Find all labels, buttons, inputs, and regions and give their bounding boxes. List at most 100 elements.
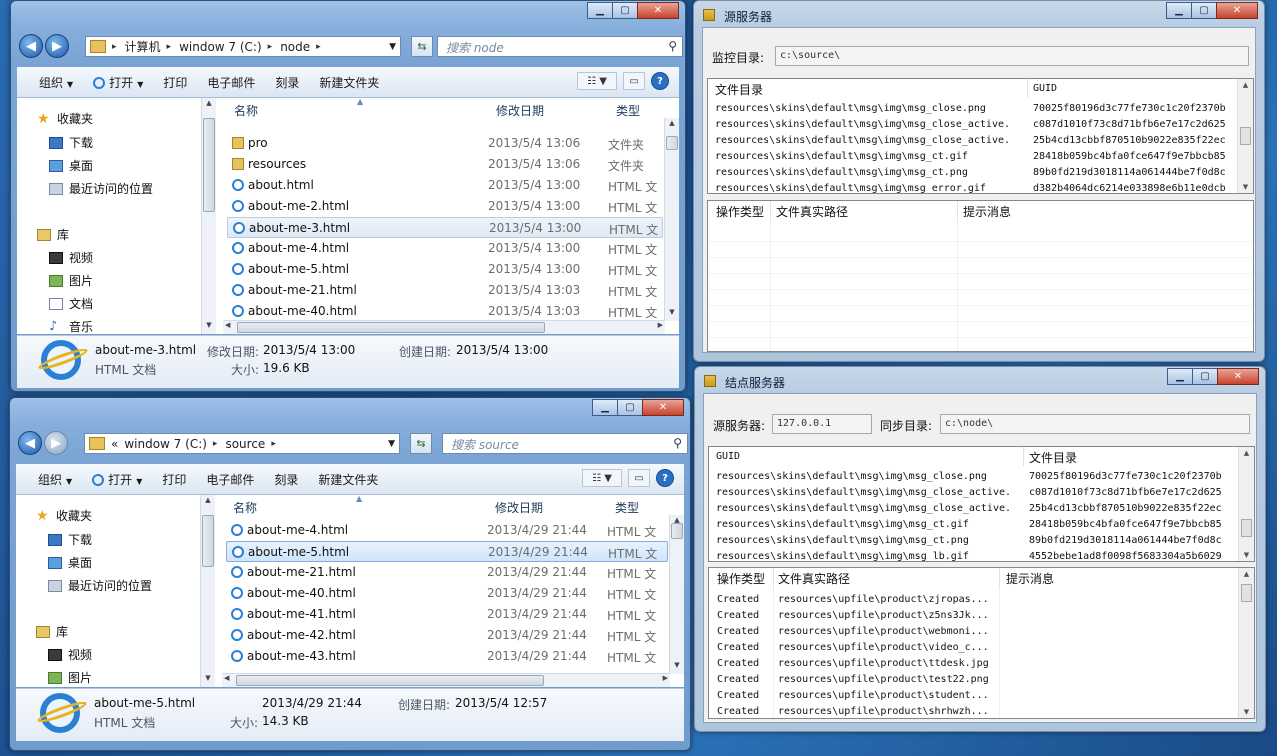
tree-item-recent[interactable]: 最近访问的位置 [49, 180, 153, 197]
grid-scrollbar[interactable]: ▲ ▼ [1238, 447, 1254, 561]
tree-item-desktop[interactable]: 桌面 [48, 554, 92, 571]
refresh-icon[interactable]: ⇆ [410, 433, 432, 454]
column-modified[interactable]: 修改日期 [496, 102, 544, 119]
grid-row[interactable]: resources\skins\default\msg\img\msg_clos… [708, 117, 1253, 133]
file-row[interactable]: about-me-21.html 2013/5/4 13:03 HTML 文 [227, 280, 663, 301]
scroll-thumb[interactable] [1240, 127, 1251, 145]
tree-item-pictures[interactable]: 图片 [48, 669, 92, 686]
breadcrumb-folder[interactable]: node [280, 40, 310, 54]
minimize-icon[interactable]: ▁ [1167, 368, 1193, 385]
tree-scrollbar[interactable]: ▲ ▼ [201, 98, 216, 334]
grid-row[interactable]: resources\skins\default\msg\img\msg_ct.p… [708, 165, 1253, 181]
grid-row[interactable]: Created resources\upfile\product\test22.p… [709, 672, 1254, 688]
close-icon[interactable]: ✕ [1217, 368, 1259, 385]
column-type[interactable]: 类型 [616, 102, 640, 119]
column-op-type[interactable]: 操作类型 [717, 570, 765, 587]
scroll-left-icon[interactable]: ◀ [225, 321, 230, 329]
preview-pane-icon[interactable]: ▭ [628, 469, 650, 487]
scroll-thumb[interactable] [666, 136, 678, 150]
grid-scrollbar[interactable]: ▲ ▼ [1237, 79, 1253, 193]
sync-dir-input[interactable]: c:\node\ [940, 414, 1250, 434]
back-arrow-icon[interactable]: ◀ [19, 34, 43, 58]
search-input[interactable]: 搜索 source ⚲ [442, 433, 688, 454]
close-icon[interactable]: ✕ [642, 399, 684, 416]
grid-row[interactable]: resources\skins\default\msg\img\msg_clos… [709, 469, 1254, 485]
file-row[interactable]: about-me-5.html 2013/4/29 21:44 HTML 文 [226, 541, 668, 562]
tree-item-libraries[interactable]: 库 [36, 623, 68, 640]
breadcrumb-drive[interactable]: window 7 (C:) [179, 40, 262, 54]
forward-arrow-icon[interactable]: ▶ [45, 34, 69, 58]
chevron-down-icon[interactable]: ▼ [389, 42, 396, 52]
file-row[interactable]: about-me-5.html 2013/5/4 13:00 HTML 文 [227, 259, 663, 280]
scroll-down-icon[interactable]: ▼ [202, 321, 216, 333]
tree-item-recent[interactable]: 最近访问的位置 [48, 577, 152, 594]
address-bar[interactable]: ▸ 计算机 ▸ window 7 (C:) ▸ node ▸ ▼ [85, 36, 401, 57]
scroll-down-icon[interactable]: ▼ [1239, 708, 1254, 716]
file-row[interactable]: about.html 2013/5/4 13:00 HTML 文 [227, 175, 663, 196]
grid-row[interactable]: Created resources\upfile\product\shrhwzh.… [709, 704, 1254, 718]
breadcrumb-drive[interactable]: window 7 (C:) [124, 437, 207, 451]
column-file-dir[interactable]: 文件目录 [1029, 449, 1077, 466]
scroll-up-icon[interactable]: ▲ [201, 496, 215, 508]
search-icon[interactable]: ⚲ [668, 39, 677, 53]
grid-row[interactable]: resources\skins\default\msg\img\msg_lb.g… [709, 549, 1254, 561]
grid-row[interactable]: resources\skins\default\msg\img\msg_ct.p… [709, 533, 1254, 549]
scroll-up-icon[interactable]: ▲ [1239, 449, 1254, 457]
list-hscrollbar[interactable]: ◀ ▶ [223, 320, 665, 334]
list-scrollbar[interactable]: ▲ ▼ [669, 515, 684, 674]
grid-row[interactable]: Created resources\upfile\product\zjropas.… [709, 592, 1254, 608]
close-icon[interactable]: ✕ [1216, 2, 1258, 19]
file-row[interactable]: about-me-40.html 2013/4/29 21:44 HTML 文 [226, 583, 668, 604]
breadcrumb-folder[interactable]: source [225, 437, 265, 451]
scroll-up-icon[interactable]: ▲ [202, 99, 216, 111]
source-server-window[interactable]: 源服务器 ▁ ▢ ✕ 监控目录: c:\source\ 文件目录 GUID re… [693, 0, 1265, 362]
grid-row[interactable]: resources\skins\default\msg\img\msg_clos… [708, 133, 1253, 149]
column-guid[interactable]: GUID [1033, 83, 1057, 94]
list-scrollbar[interactable]: ▲ ▼ [664, 118, 679, 321]
tree-item-videos[interactable]: 视频 [49, 249, 93, 266]
scroll-thumb[interactable] [202, 515, 214, 567]
column-op-type[interactable]: 操作类型 [716, 203, 764, 220]
file-row[interactable]: about-me-4.html 2013/5/4 13:00 HTML 文 [227, 238, 663, 259]
grid-row[interactable]: resources\skins\default\msg\img\msg_ct.g… [708, 149, 1253, 165]
help-icon[interactable]: ? [656, 469, 674, 487]
grid-row[interactable]: resources\skins\default\msg\img\msg_clos… [709, 501, 1254, 517]
column-modified[interactable]: 修改日期 [495, 499, 543, 516]
list-hscrollbar[interactable]: ◀ ▶ [222, 673, 670, 687]
column-real-path[interactable]: 文件真实路径 [778, 570, 850, 587]
file-row[interactable]: resources 2013/5/4 13:06 文件夹 [227, 154, 663, 175]
burn-button[interactable]: 刻录 [275, 74, 299, 91]
maximize-icon[interactable]: ▢ [612, 2, 638, 19]
grid-row[interactable]: resources\skins\default\msg\img\msg_ct.g… [709, 517, 1254, 533]
scroll-thumb[interactable] [203, 118, 215, 212]
chevron-down-icon[interactable]: ▼ [388, 439, 395, 449]
column-real-path[interactable]: 文件真实路径 [776, 203, 848, 220]
back-arrow-icon[interactable]: ◀ [18, 431, 42, 455]
tree-item-downloads[interactable]: 下载 [49, 134, 93, 151]
scroll-up-icon[interactable]: ▲ [1239, 570, 1254, 578]
source-log-grid[interactable]: 操作类型 文件真实路径 提示消息 [707, 200, 1254, 352]
view-options-icon[interactable]: ☷ ▼ [582, 469, 622, 487]
scroll-up-icon[interactable]: ▲ [1238, 81, 1253, 89]
scroll-thumb[interactable] [236, 675, 544, 686]
scroll-down-icon[interactable]: ▼ [1239, 551, 1254, 559]
tree-item-desktop[interactable]: 桌面 [49, 157, 93, 174]
minimize-icon[interactable]: ▁ [587, 2, 613, 19]
grid-row[interactable]: resources\skins\default\msg\img\msg_erro… [708, 181, 1253, 193]
file-row[interactable]: pro 2013/5/4 13:06 文件夹 [227, 133, 663, 154]
scroll-right-icon[interactable]: ▶ [663, 674, 668, 682]
breadcrumb-overflow[interactable]: « [111, 437, 118, 451]
minimize-icon[interactable]: ▁ [1166, 2, 1192, 19]
scroll-thumb[interactable] [1241, 519, 1252, 537]
scroll-up-icon[interactable]: ▲ [665, 119, 679, 131]
new-folder-button[interactable]: 新建文件夹 [319, 74, 379, 91]
file-row[interactable]: about-me-40.html 2013/5/4 13:03 HTML 文 [227, 301, 663, 322]
breadcrumb-computer[interactable]: 计算机 [125, 38, 161, 55]
file-row[interactable]: about-me-4.html 2013/4/29 21:44 HTML 文 [226, 520, 668, 541]
open-button[interactable]: 打开 ▼ [93, 74, 143, 91]
grid-row[interactable]: Created resources\upfile\product\student.… [709, 688, 1254, 704]
grid-row[interactable]: resources\skins\default\msg\img\msg_clos… [709, 485, 1254, 501]
maximize-icon[interactable]: ▢ [1192, 368, 1218, 385]
help-icon[interactable]: ? [651, 72, 669, 90]
tree-item-favorites[interactable]: ★ 收藏夹 [36, 507, 92, 524]
